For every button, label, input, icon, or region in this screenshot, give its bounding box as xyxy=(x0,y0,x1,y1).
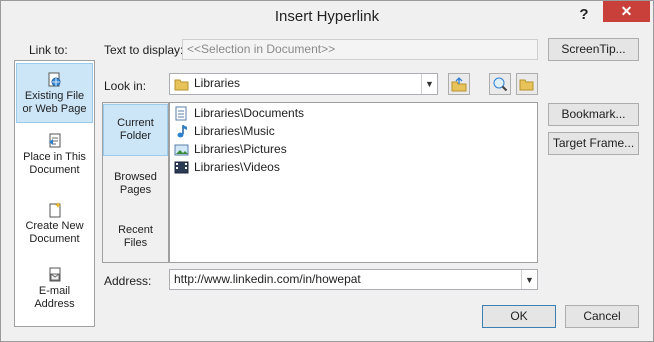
link-to-email-address[interactable]: E-mail Address xyxy=(16,267,93,325)
tab-browsed-line2: Pages xyxy=(119,184,152,196)
chevron-down-icon[interactable]: ▼ xyxy=(421,74,437,94)
link-to-email-line1: E-mail xyxy=(38,285,71,297)
browse-file-button[interactable] xyxy=(516,73,538,95)
link-to-create-line1: Create New xyxy=(25,220,84,232)
tab-current-folder[interactable]: Current Folder xyxy=(103,104,168,156)
link-to-existing-line1: Existing File xyxy=(24,90,85,102)
list-item[interactable]: Libraries\Pictures xyxy=(174,140,287,158)
tab-current-line2: Folder xyxy=(119,130,152,142)
open-folder-icon xyxy=(519,79,534,91)
address-label: Address: xyxy=(104,274,152,288)
browse-web-button[interactable] xyxy=(489,73,511,95)
file-list: Libraries\Documents Libraries\Music Libr… xyxy=(169,102,538,263)
link-to-label: Link to: xyxy=(29,43,68,57)
new-document-icon xyxy=(49,202,61,218)
chevron-down-icon[interactable]: ▼ xyxy=(521,270,537,289)
link-to-place-line1: Place in This xyxy=(23,151,86,163)
link-to-place-in-document[interactable]: Place in This Document xyxy=(16,133,93,191)
target-frame-button[interactable]: Target Frame... xyxy=(548,132,639,155)
file-name: Libraries\Pictures xyxy=(194,142,287,156)
document-place-icon xyxy=(48,133,60,148)
file-name: Libraries\Videos xyxy=(194,160,280,174)
folder-icon xyxy=(174,79,189,91)
videos-library-icon xyxy=(174,161,189,173)
link-to-email-line2: Address xyxy=(34,298,75,310)
folder-up-icon xyxy=(451,76,467,91)
insert-hyperlink-dialog: Insert Hyperlink ? ✕ Link to: Existing F… xyxy=(0,0,654,342)
link-to-place-line2: Document xyxy=(29,164,80,176)
tab-browsed-line1: Browsed xyxy=(114,171,157,183)
link-to-existing-file[interactable]: Existing File or Web Page xyxy=(16,63,93,123)
ok-button[interactable]: OK xyxy=(482,305,556,328)
look-in-subtabs: Current Folder Browsed Pages Recent File… xyxy=(102,102,169,263)
link-to-panel: Existing File or Web Page Place in This … xyxy=(14,60,95,327)
link-to-existing-line2: or Web Page xyxy=(22,103,87,115)
window-title: Insert Hyperlink xyxy=(274,8,380,25)
text-to-display-label: Text to display: xyxy=(104,43,184,57)
tab-recent-line2: Files xyxy=(123,237,148,249)
look-in-label: Look in: xyxy=(104,79,147,93)
bookmark-button[interactable]: Bookmark... xyxy=(548,103,639,126)
browse-web-icon xyxy=(493,77,508,92)
file-name: Libraries\Documents xyxy=(194,106,305,120)
music-library-icon xyxy=(177,124,187,137)
list-item[interactable]: Libraries\Documents xyxy=(174,104,304,122)
pictures-library-icon xyxy=(174,144,189,155)
close-button[interactable]: ✕ xyxy=(603,1,650,22)
cancel-button[interactable]: Cancel xyxy=(565,305,639,328)
tab-current-line1: Current xyxy=(117,117,154,129)
screentip-button[interactable]: ScreenTip... xyxy=(548,38,639,61)
list-item[interactable]: Libraries\Videos xyxy=(174,158,280,176)
list-item[interactable]: Libraries\Music xyxy=(174,122,275,140)
text-to-display-field[interactable]: <<Selection in Document>> xyxy=(182,39,538,60)
file-name: Libraries\Music xyxy=(194,124,275,138)
help-icon[interactable]: ? xyxy=(575,6,593,24)
tab-recent-line1: Recent xyxy=(118,224,153,236)
link-to-create-line2: Document xyxy=(29,233,80,245)
tab-recent-files[interactable]: Recent Files xyxy=(103,224,168,264)
documents-library-icon xyxy=(175,106,187,120)
link-to-create-new-document[interactable]: Create New Document xyxy=(16,202,93,260)
globe-file-icon xyxy=(48,72,60,87)
address-value: http://www.linkedin.com/in/howepat xyxy=(174,272,361,286)
look-in-combo[interactable]: Libraries ▼ xyxy=(169,73,438,95)
look-in-value: Libraries xyxy=(194,76,241,90)
address-combo[interactable]: http://www.linkedin.com/in/howepat ▼ xyxy=(169,269,538,290)
up-one-folder-button[interactable] xyxy=(448,73,470,95)
tab-browsed-pages[interactable]: Browsed Pages xyxy=(103,171,168,211)
email-icon xyxy=(49,267,60,282)
title-bar: Insert Hyperlink ? ✕ xyxy=(1,1,653,31)
